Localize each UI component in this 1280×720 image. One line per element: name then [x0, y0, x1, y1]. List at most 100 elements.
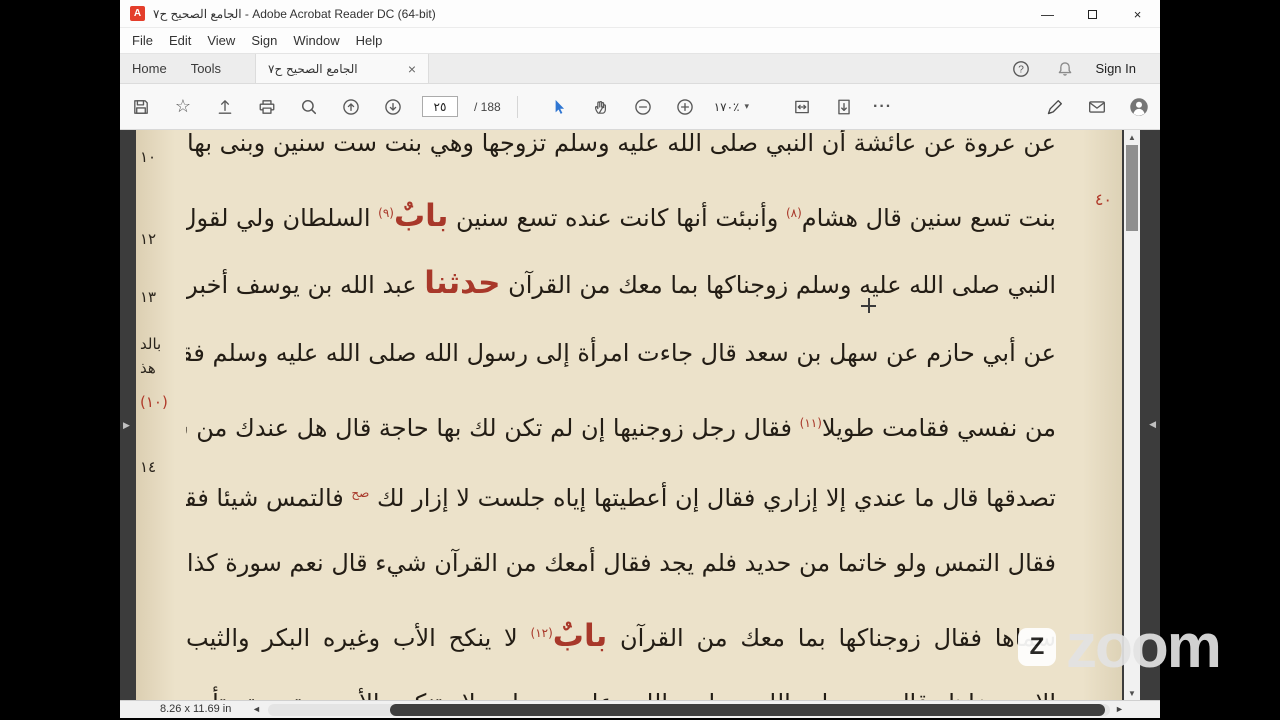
margin-page-number: ٤٠	[1094, 190, 1112, 209]
tab-home[interactable]: Home	[120, 54, 179, 83]
horizontal-scroll-thumb[interactable]	[390, 704, 1105, 716]
zoom-logo-icon: Z	[1018, 628, 1056, 666]
text-segment: صح	[351, 486, 370, 500]
minimize-button[interactable]: —	[1025, 0, 1070, 28]
toolbar: ☆ ٢٥ / 188 ١٧٠٪ ▾ ···	[120, 84, 1160, 130]
search-icon[interactable]	[296, 94, 322, 120]
document-viewport[interactable]: عن عروة عن عائشة أن النبي صلى الله عليه …	[120, 130, 1160, 700]
margin-note: ١٣	[140, 288, 157, 306]
left-panel-toggle-icon[interactable]: ▶	[123, 420, 130, 431]
margin-note: بالد	[140, 335, 162, 353]
close-button[interactable]: ×	[1115, 0, 1160, 28]
tab-document-title: الجامع الصحيح ح٧	[268, 61, 358, 76]
save-icon[interactable]	[128, 94, 154, 120]
print-icon[interactable]	[254, 94, 280, 120]
page-text: عن عروة عن عائشة أن النبي صلى الله عليه …	[186, 130, 1056, 700]
text-segment: لا ينكح الأب وغيره البكر والثيب	[186, 624, 531, 652]
right-panel-toggle-icon[interactable]: ◀	[1149, 419, 1156, 430]
svg-text:?: ?	[1018, 64, 1024, 75]
hand-tool-icon[interactable]	[588, 94, 614, 120]
zoom-out-icon[interactable]	[630, 94, 656, 120]
margin-note: ١٠	[140, 148, 157, 166]
text-segment: (١٢)	[530, 626, 553, 640]
margin-note: هذ	[140, 359, 156, 377]
text-segment: (١١)	[799, 416, 822, 430]
help-icon[interactable]: ?	[1008, 56, 1034, 82]
status-bar: 8.26 x 11.69 in ◄ ►	[120, 700, 1160, 718]
text-segment: (٩)	[378, 206, 394, 220]
acrobat-window: A الجامع الصحيح ح٧ - Adobe Acrobat Reade…	[120, 0, 1160, 718]
tab-bar: Home Tools الجامع الصحيح ح٧ × ? Sign In	[120, 54, 1160, 84]
menu-sign[interactable]: Sign	[243, 28, 285, 54]
horizontal-scrollbar[interactable]	[268, 704, 1110, 716]
page-margin-left: ١٠ ١٢ ١٣ بالد هذ (١٠) ١٤	[138, 130, 184, 700]
scroll-left-icon[interactable]: ◄	[252, 704, 261, 714]
sign-in-button[interactable]: Sign In	[1096, 61, 1136, 76]
margin-note: (١٠)	[140, 393, 168, 411]
zoom-level-value: ١٧٠٪	[713, 99, 740, 114]
account-avatar[interactable]	[1126, 94, 1152, 120]
maximize-button[interactable]	[1070, 0, 1115, 28]
acrobat-icon: A	[130, 6, 145, 21]
margin-note: ١٢	[140, 230, 157, 248]
rubricated-word: بابٌ	[393, 198, 449, 234]
scroll-right-icon[interactable]: ►	[1115, 704, 1124, 714]
manuscript-line: عن عروة عن عائشة أن النبي صلى الله عليه …	[186, 130, 1056, 178]
star-favorites-icon[interactable]: ☆	[170, 94, 196, 120]
tabbar-right: ? Sign In	[1008, 54, 1160, 83]
tab-tools[interactable]: Tools	[179, 54, 233, 83]
scroll-down-icon[interactable]: ▼	[1124, 686, 1140, 700]
text-segment: سماها فقال زوجناكها بما معك من القرآن	[607, 624, 1056, 652]
chevron-down-icon: ▾	[744, 101, 750, 112]
text-segment: من نفسي فقامت طويلا	[821, 414, 1056, 442]
zoom-watermark: Z zoom	[1018, 612, 1222, 681]
zoom-level-dropdown[interactable]: ١٧٠٪ ▾	[714, 100, 749, 114]
manuscript-line: النبي صلى الله عليه وسلم زوجناكها بما مع…	[186, 248, 1056, 318]
zoom-in-icon[interactable]	[672, 94, 698, 120]
share-upload-icon[interactable]	[212, 94, 238, 120]
more-tools-icon[interactable]: ···	[873, 98, 892, 116]
maximize-icon	[1088, 9, 1097, 19]
previous-page-icon[interactable]	[338, 94, 364, 120]
title-bar[interactable]: A الجامع الصحيح ح٧ - Adobe Acrobat Reade…	[120, 0, 1160, 28]
page-count-label: / 188	[474, 99, 501, 114]
text-segment: عن أبي حازم عن سهل بن سعد قال جاءت امرأة…	[186, 339, 1056, 367]
text-segment: النبي صلى الله عليه وسلم زوجناكها بما مع…	[500, 271, 1056, 299]
fit-width-icon[interactable]	[789, 94, 815, 120]
scroll-up-icon[interactable]: ▲	[1124, 130, 1140, 144]
menu-help[interactable]: Help	[348, 28, 391, 54]
notifications-bell-icon[interactable]	[1052, 56, 1078, 82]
rubricated-word: بابٌ	[552, 618, 608, 654]
menu-edit[interactable]: Edit	[161, 28, 199, 54]
text-segment: إلا برضاها قال رسول الله صلى الله عليه و…	[186, 689, 1056, 700]
fill-sign-pen-icon[interactable]	[1042, 94, 1068, 120]
vertical-scroll-thumb[interactable]	[1126, 145, 1138, 231]
menu-file[interactable]: File	[124, 28, 161, 54]
manuscript-line: عن أبي حازم عن سهل بن سعد قال جاءت امرأة…	[186, 318, 1056, 388]
rubricated-word: حدثنا	[424, 265, 501, 301]
mouse-cursor	[861, 298, 876, 313]
select-tool-icon[interactable]	[546, 94, 572, 120]
margin-note: ١٤	[140, 458, 157, 476]
page-scrolling-icon[interactable]	[831, 94, 857, 120]
text-segment: فقال التمس ولو خاتما من حديد فلم يجد فقا…	[186, 549, 1056, 577]
tab-document[interactable]: الجامع الصحيح ح٧ ×	[255, 54, 430, 83]
text-segment: عبد الله بن يوسف أخبرنا مالك	[186, 271, 417, 299]
window-controls: — ×	[1025, 0, 1160, 28]
menu-window[interactable]: Window	[285, 28, 347, 54]
text-segment: عن عروة عن عائشة أن النبي صلى الله عليه …	[186, 130, 1056, 157]
tab-close-icon[interactable]: ×	[408, 61, 416, 77]
text-segment: السلطان ولي لقول	[186, 204, 379, 232]
manuscript-page: عن عروة عن عائشة أن النبي صلى الله عليه …	[136, 130, 1122, 700]
manuscript-line: إلا برضاها قال رسول الله صلى الله عليه و…	[186, 668, 1056, 700]
toolbar-separator	[516, 95, 518, 118]
email-icon[interactable]	[1084, 94, 1110, 120]
window-title: الجامع الصحيح ح٧ - Adobe Acrobat Reader …	[153, 6, 436, 21]
zoom-watermark-text: zoom	[1066, 612, 1222, 681]
manuscript-line: سماها فقال زوجناكها بما معك من القرآن با…	[186, 598, 1056, 668]
text-segment: تصدقها قال ما عندي إلا إزاري فقال إن أعط…	[369, 484, 1056, 512]
menu-view[interactable]: View	[199, 28, 243, 54]
page-number-input[interactable]: ٢٥	[422, 96, 458, 117]
next-page-icon[interactable]	[380, 94, 406, 120]
manuscript-line: من نفسي فقامت طويلا(١١) فقال رجل زوجنيها…	[186, 388, 1056, 458]
